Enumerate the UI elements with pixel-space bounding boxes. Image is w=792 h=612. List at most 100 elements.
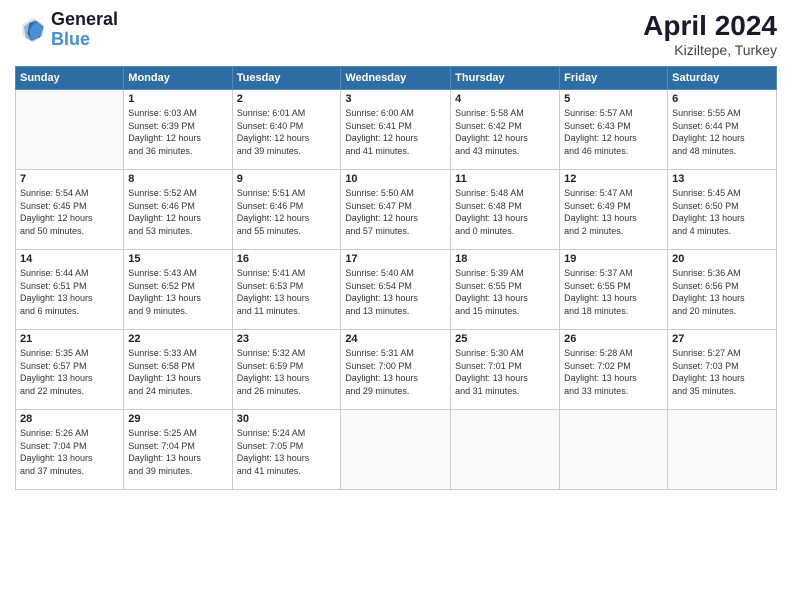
week-row-4: 21Sunrise: 5:35 AMSunset: 6:57 PMDayligh…: [16, 330, 777, 410]
day-number: 18: [455, 253, 555, 265]
calendar-cell: 10 Sunrise: 5:50 AMSunset: 6:47 PMDayligh…: [341, 170, 451, 250]
logo-text: General Blue: [51, 10, 118, 50]
calendar-cell: 5 Sunrise: 5:57 AMSunset: 6:43 PMDaylight…: [560, 90, 668, 170]
calendar-cell: [16, 90, 124, 170]
day-number: 30: [237, 413, 337, 425]
week-row-2: 7 Sunrise: 5:54 AMSunset: 6:45 PMDaylight…: [16, 170, 777, 250]
calendar-cell: 25Sunrise: 5:30 AMSunset: 7:01 PMDayligh…: [451, 330, 560, 410]
week-row-3: 14Sunrise: 5:44 AMSunset: 6:51 PMDayligh…: [16, 250, 777, 330]
day-info: Sunrise: 6:03 AMSunset: 6:39 PMDaylight:…: [128, 107, 227, 157]
weekday-header-tuesday: Tuesday: [232, 67, 341, 90]
day-number: 28: [20, 413, 119, 425]
day-info: Sunrise: 5:45 AMSunset: 6:50 PMDaylight:…: [672, 187, 772, 237]
day-number: 16: [237, 253, 337, 265]
calendar-cell: 14Sunrise: 5:44 AMSunset: 6:51 PMDayligh…: [16, 250, 124, 330]
calendar-cell: 30 Sunrise: 5:24 AMSunset: 7:05 PMDayligh…: [232, 410, 341, 490]
day-number: 11: [455, 173, 555, 185]
calendar-cell: 1 Sunrise: 6:03 AMSunset: 6:39 PMDaylight…: [124, 90, 232, 170]
location: Kiziltepe, Turkey: [643, 42, 777, 58]
day-info: Sunrise: 5:31 AMSunset: 7:00 PMDaylight:…: [345, 347, 446, 397]
day-info: Sunrise: 5:32 AMSunset: 6:59 PMDaylight:…: [237, 347, 337, 397]
logo-icon: [15, 14, 47, 46]
day-number: 6: [672, 93, 772, 105]
day-info: Sunrise: 5:55 AMSunset: 6:44 PMDaylight:…: [672, 107, 772, 157]
calendar-cell: 11 Sunrise: 5:48 AMSunset: 6:48 PMDayligh…: [451, 170, 560, 250]
day-number: 3: [345, 93, 446, 105]
day-number: 23: [237, 333, 337, 345]
calendar-cell: 6 Sunrise: 5:55 AMSunset: 6:44 PMDaylight…: [668, 90, 777, 170]
day-info: Sunrise: 5:57 AMSunset: 6:43 PMDaylight:…: [564, 107, 663, 157]
calendar-cell: 19 Sunrise: 5:37 AMSunset: 6:55 PMDayligh…: [560, 250, 668, 330]
calendar-cell: [341, 410, 451, 490]
day-number: 19: [564, 253, 663, 265]
weekday-header-saturday: Saturday: [668, 67, 777, 90]
day-number: 17: [345, 253, 446, 265]
calendar-cell: 13Sunrise: 5:45 AMSunset: 6:50 PMDayligh…: [668, 170, 777, 250]
day-info: Sunrise: 5:48 AMSunset: 6:48 PMDaylight:…: [455, 187, 555, 237]
day-info: Sunrise: 5:25 AMSunset: 7:04 PMDaylight:…: [128, 427, 227, 477]
day-info: Sunrise: 5:36 AMSunset: 6:56 PMDaylight:…: [672, 267, 772, 317]
week-row-1: 1 Sunrise: 6:03 AMSunset: 6:39 PMDaylight…: [16, 90, 777, 170]
day-number: 10: [345, 173, 446, 185]
day-info: Sunrise: 5:35 AMSunset: 6:57 PMDaylight:…: [20, 347, 119, 397]
day-number: 8: [128, 173, 227, 185]
calendar-cell: 26 Sunrise: 5:28 AMSunset: 7:02 PMDayligh…: [560, 330, 668, 410]
day-info: Sunrise: 5:58 AMSunset: 6:42 PMDaylight:…: [455, 107, 555, 157]
calendar-cell: 2 Sunrise: 6:01 AMSunset: 6:40 PMDaylight…: [232, 90, 341, 170]
day-info: Sunrise: 5:24 AMSunset: 7:05 PMDaylight:…: [237, 427, 337, 477]
calendar-cell: 16 Sunrise: 5:41 AMSunset: 6:53 PMDayligh…: [232, 250, 341, 330]
weekday-header-friday: Friday: [560, 67, 668, 90]
day-info: Sunrise: 5:39 AMSunset: 6:55 PMDaylight:…: [455, 267, 555, 317]
calendar-cell: 3 Sunrise: 6:00 AMSunset: 6:41 PMDaylight…: [341, 90, 451, 170]
day-info: Sunrise: 5:51 AMSunset: 6:46 PMDaylight:…: [237, 187, 337, 237]
day-info: Sunrise: 5:47 AMSunset: 6:49 PMDaylight:…: [564, 187, 663, 237]
day-number: 7: [20, 173, 119, 185]
day-info: Sunrise: 5:54 AMSunset: 6:45 PMDaylight:…: [20, 187, 119, 237]
day-number: 1: [128, 93, 227, 105]
calendar-cell: 9Sunrise: 5:51 AMSunset: 6:46 PMDaylight…: [232, 170, 341, 250]
weekday-header-sunday: Sunday: [16, 67, 124, 90]
weekday-header-wednesday: Wednesday: [341, 67, 451, 90]
logo: General Blue: [15, 10, 118, 50]
day-number: 24: [345, 333, 446, 345]
day-info: Sunrise: 5:28 AMSunset: 7:02 PMDaylight:…: [564, 347, 663, 397]
day-info: Sunrise: 6:01 AMSunset: 6:40 PMDaylight:…: [237, 107, 337, 157]
calendar-table: SundayMondayTuesdayWednesdayThursdayFrid…: [15, 66, 777, 490]
day-number: 29: [128, 413, 227, 425]
day-info: Sunrise: 5:41 AMSunset: 6:53 PMDaylight:…: [237, 267, 337, 317]
header: General Blue April 2024 Kiziltepe, Turke…: [15, 10, 777, 58]
day-number: 15: [128, 253, 227, 265]
day-info: Sunrise: 5:33 AMSunset: 6:58 PMDaylight:…: [128, 347, 227, 397]
calendar-cell: 24 Sunrise: 5:31 AMSunset: 7:00 PMDayligh…: [341, 330, 451, 410]
weekday-header-monday: Monday: [124, 67, 232, 90]
day-number: 20: [672, 253, 772, 265]
day-info: Sunrise: 5:50 AMSunset: 6:47 PMDaylight:…: [345, 187, 446, 237]
calendar-cell: 23 Sunrise: 5:32 AMSunset: 6:59 PMDayligh…: [232, 330, 341, 410]
calendar-cell: 22 Sunrise: 5:33 AMSunset: 6:58 PMDayligh…: [124, 330, 232, 410]
calendar-cell: [668, 410, 777, 490]
calendar-cell: 17Sunrise: 5:40 AMSunset: 6:54 PMDayligh…: [341, 250, 451, 330]
weekday-header-row: SundayMondayTuesdayWednesdayThursdayFrid…: [16, 67, 777, 90]
calendar-cell: 7 Sunrise: 5:54 AMSunset: 6:45 PMDaylight…: [16, 170, 124, 250]
day-number: 4: [455, 93, 555, 105]
day-number: 2: [237, 93, 337, 105]
calendar-cell: 27 Sunrise: 5:27 AMSunset: 7:03 PMDayligh…: [668, 330, 777, 410]
calendar-cell: 28Sunrise: 5:26 AMSunset: 7:04 PMDayligh…: [16, 410, 124, 490]
month-year: April 2024: [643, 10, 777, 42]
day-number: 25: [455, 333, 555, 345]
day-info: Sunrise: 6:00 AMSunset: 6:41 PMDaylight:…: [345, 107, 446, 157]
calendar-cell: 20 Sunrise: 5:36 AMSunset: 6:56 PMDayligh…: [668, 250, 777, 330]
day-number: 26: [564, 333, 663, 345]
calendar-cell: 18 Sunrise: 5:39 AMSunset: 6:55 PMDayligh…: [451, 250, 560, 330]
day-info: Sunrise: 5:43 AMSunset: 6:52 PMDaylight:…: [128, 267, 227, 317]
day-number: 22: [128, 333, 227, 345]
week-row-5: 28Sunrise: 5:26 AMSunset: 7:04 PMDayligh…: [16, 410, 777, 490]
calendar-cell: 12Sunrise: 5:47 AMSunset: 6:49 PMDayligh…: [560, 170, 668, 250]
day-info: Sunrise: 5:27 AMSunset: 7:03 PMDaylight:…: [672, 347, 772, 397]
calendar-cell: 29 Sunrise: 5:25 AMSunset: 7:04 PMDayligh…: [124, 410, 232, 490]
day-info: Sunrise: 5:44 AMSunset: 6:51 PMDaylight:…: [20, 267, 119, 317]
page: General Blue April 2024 Kiziltepe, Turke…: [0, 0, 792, 612]
day-info: Sunrise: 5:37 AMSunset: 6:55 PMDaylight:…: [564, 267, 663, 317]
day-number: 27: [672, 333, 772, 345]
day-number: 5: [564, 93, 663, 105]
